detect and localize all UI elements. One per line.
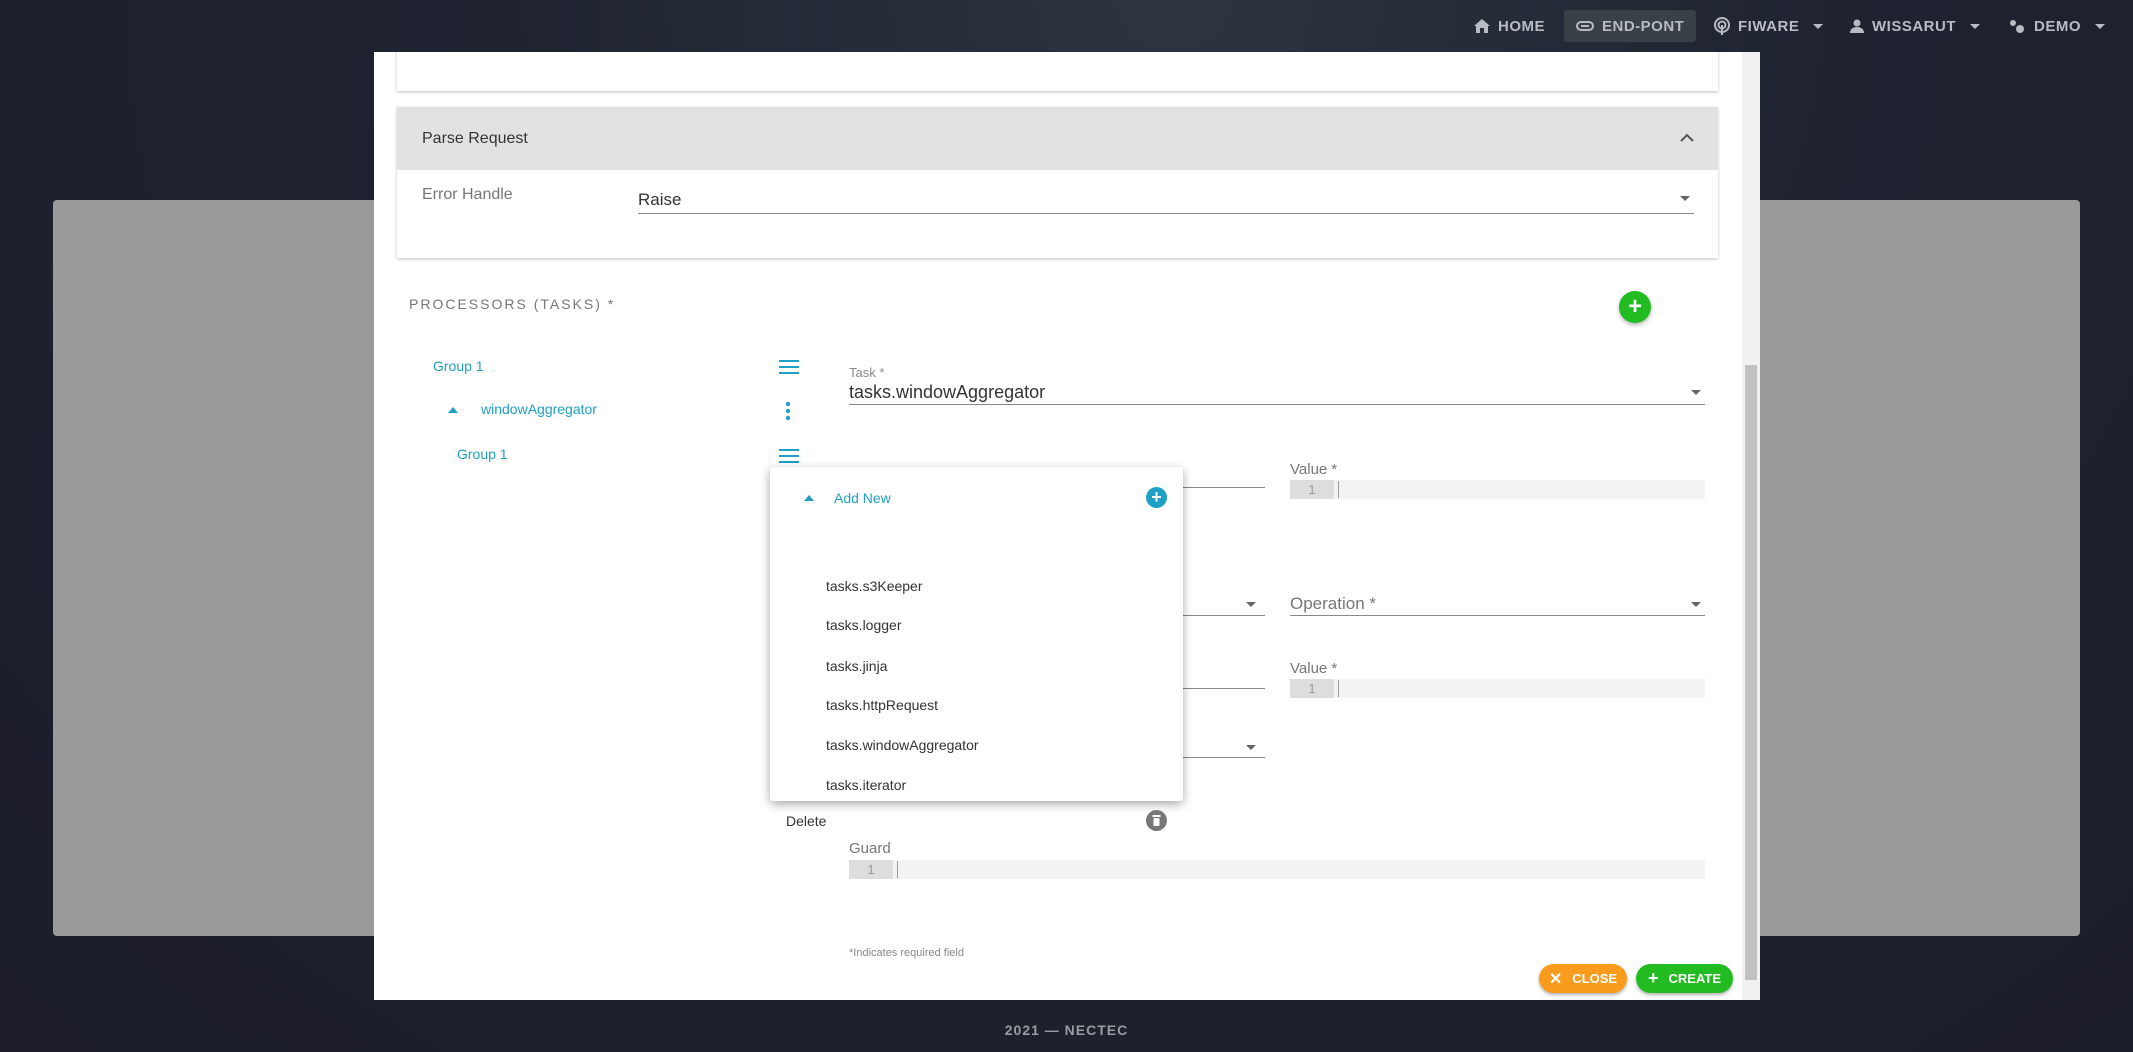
nav-label: END-PONT [1602, 17, 1685, 35]
guard-code-editor[interactable]: 1 [849, 860, 1705, 879]
task-label: Task * [849, 365, 885, 380]
caret-down-icon [1680, 196, 1690, 201]
kebab-menu-icon[interactable] [785, 401, 791, 421]
field-underline[interactable] [1183, 615, 1265, 616]
menu-item[interactable]: tasks.logger [826, 617, 901, 633]
scrollbar-thumb[interactable] [1745, 365, 1757, 980]
nav-end-pont[interactable]: END-PONT [1564, 10, 1697, 42]
menu-item[interactable]: tasks.iterator [826, 777, 906, 793]
fiware-icon [1714, 17, 1730, 35]
tree-item-task[interactable]: windowAggregator [481, 401, 597, 417]
menu-icon[interactable] [779, 360, 799, 374]
line-number: 1 [1290, 480, 1334, 499]
caret-up-icon[interactable] [448, 407, 458, 413]
user-icon [1850, 19, 1864, 33]
menu-label: Delete [786, 813, 827, 829]
plus-circle-icon: + [1146, 487, 1167, 508]
top-card [397, 52, 1718, 91]
modal-scrollbar[interactable] [1742, 52, 1760, 1000]
caret-down-icon [1691, 390, 1701, 395]
close-icon: ✕ [1548, 970, 1563, 988]
button-label: CREATE [1668, 971, 1721, 986]
select-placeholder: Operation * [1290, 594, 1376, 613]
task-context-menu: Add New + tasks.s3Keeper tasks.logger ta… [770, 467, 1183, 801]
select-value: Raise [638, 190, 682, 209]
nav-user[interactable]: WISSARUT [1838, 10, 1992, 42]
chevron-up-icon[interactable] [1680, 133, 1694, 142]
value-code-editor[interactable]: 1 [1290, 679, 1705, 698]
menu-item[interactable]: tasks.s3Keeper [826, 578, 923, 594]
caret-down-icon [1246, 745, 1256, 750]
menu-label: Add New [834, 490, 891, 506]
nav-label: HOME [1498, 17, 1545, 35]
menu-item[interactable]: tasks.jinja [826, 658, 887, 674]
menu-delete[interactable]: Delete [770, 804, 1183, 838]
processors-title: PROCESSORS (TASKS) * [409, 296, 616, 312]
parse-request-panel: Parse Request Error Handle Raise [397, 107, 1718, 258]
error-handle-label: Error Handle [422, 186, 513, 203]
nav-label: WISSARUT [1872, 17, 1956, 35]
field-underline[interactable] [1183, 688, 1265, 689]
nav-home[interactable]: HOME [1462, 10, 1557, 42]
error-handle-select[interactable]: Raise [638, 181, 1694, 214]
caret-down-icon [1691, 602, 1701, 607]
home-icon [1474, 19, 1490, 33]
value-label: Value * [1290, 461, 1338, 478]
nav-demo[interactable]: DEMO [1996, 10, 2117, 42]
nav-label: DEMO [2034, 17, 2081, 35]
line-number: 1 [1290, 679, 1334, 698]
gears-icon [2010, 20, 2024, 33]
tree-item-group[interactable]: Group 1 [433, 358, 484, 374]
select-value: tasks.windowAggregator [849, 382, 1046, 402]
value-code-editor[interactable]: 1 [1290, 480, 1705, 499]
create-endpoint-modal: Parse Request Error Handle Raise PROCESS… [374, 52, 1760, 1000]
plus-icon: + [1648, 968, 1659, 988]
menu-icon[interactable] [779, 449, 799, 463]
caret-down-icon [2095, 23, 2105, 29]
operation-select[interactable]: Operation * [1290, 592, 1705, 616]
button-label: CLOSE [1572, 971, 1618, 986]
line-number: 1 [849, 860, 893, 879]
nav-label: FIWARE [1738, 17, 1800, 35]
field-underline[interactable] [1183, 487, 1265, 488]
add-processor-button[interactable]: + [1619, 291, 1651, 323]
task-select[interactable]: tasks.windowAggregator [849, 380, 1705, 405]
guard-label: Guard [849, 840, 891, 857]
link-icon [1576, 21, 1594, 31]
value-label: Value * [1290, 660, 1338, 677]
create-button[interactable]: + CREATE [1636, 964, 1733, 993]
trash-icon [1146, 810, 1167, 831]
caret-up-icon [804, 495, 814, 501]
nav-fiware[interactable]: FIWARE [1702, 10, 1835, 42]
caret-down-icon [1970, 23, 1980, 29]
field-underline[interactable] [1183, 757, 1265, 758]
footer: 2021 — NECTEC [1004, 1022, 1129, 1038]
parse-request-header[interactable]: Parse Request [397, 107, 1718, 170]
caret-down-icon [1246, 602, 1256, 607]
panel-title: Parse Request [422, 130, 528, 147]
caret-down-icon [1813, 23, 1824, 29]
required-note: *Indicates required field [849, 947, 964, 959]
tree-item-group[interactable]: Group 1 [457, 446, 508, 462]
menu-item[interactable]: tasks.httpRequest [826, 697, 938, 713]
close-button[interactable]: ✕ CLOSE [1539, 964, 1627, 993]
menu-add-new[interactable]: Add New + [770, 481, 1183, 515]
menu-item[interactable]: tasks.windowAggregator [826, 737, 979, 753]
